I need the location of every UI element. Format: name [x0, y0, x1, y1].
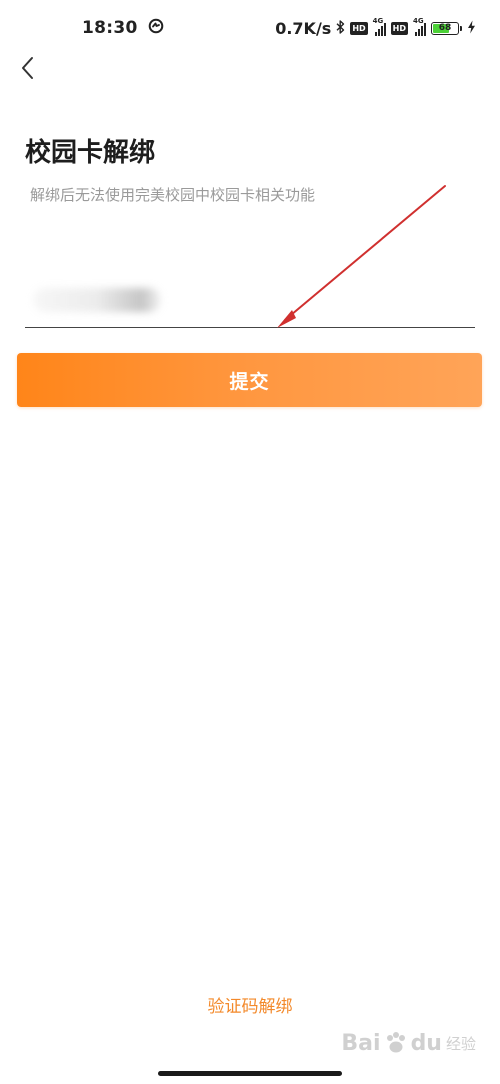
- home-indicator[interactable]: [158, 1071, 342, 1076]
- network-type-label-2: 4G: [413, 17, 424, 25]
- status-bar: 18:30 0.7K/s HD 4G HD 4G 68: [0, 0, 500, 56]
- paw-icon: [383, 1030, 409, 1056]
- back-button[interactable]: [12, 54, 44, 86]
- status-time: 18:30: [82, 18, 138, 38]
- watermark-brand-suffix: du: [410, 1030, 442, 1056]
- chevron-left-icon: [18, 55, 38, 85]
- network-speed: 0.7K/s: [275, 18, 332, 38]
- battery-icon: 68: [431, 21, 462, 35]
- charging-icon: [467, 19, 476, 38]
- signal-icon: 4G: [372, 17, 386, 36]
- status-left: 18:30: [82, 18, 164, 38]
- hd-badge-2: HD: [390, 21, 408, 35]
- baidu-watermark: Bai du 经验: [341, 1030, 476, 1056]
- page-title: 校园卡解绑: [25, 138, 156, 168]
- watermark-sub: 经验: [445, 1034, 476, 1053]
- sync-icon: [148, 18, 164, 38]
- signal-icon-2: 4G: [413, 17, 426, 36]
- network-type-label: 4G: [372, 17, 384, 25]
- card-input-field[interactable]: [25, 272, 475, 328]
- hd-badge: HD: [350, 21, 368, 35]
- card-number-input[interactable]: [25, 272, 475, 327]
- verify-code-unbind-link[interactable]: 验证码解绑: [0, 994, 500, 1020]
- page-subtitle: 解绑后无法使用完美校园中校园卡相关功能: [30, 186, 316, 204]
- watermark-brand: Bai: [341, 1030, 381, 1056]
- status-right: 0.7K/s HD 4G HD 4G 68: [275, 17, 476, 38]
- bluetooth-icon: [336, 19, 345, 38]
- battery-level: 68: [438, 22, 452, 33]
- submit-button[interactable]: 提交: [17, 353, 482, 407]
